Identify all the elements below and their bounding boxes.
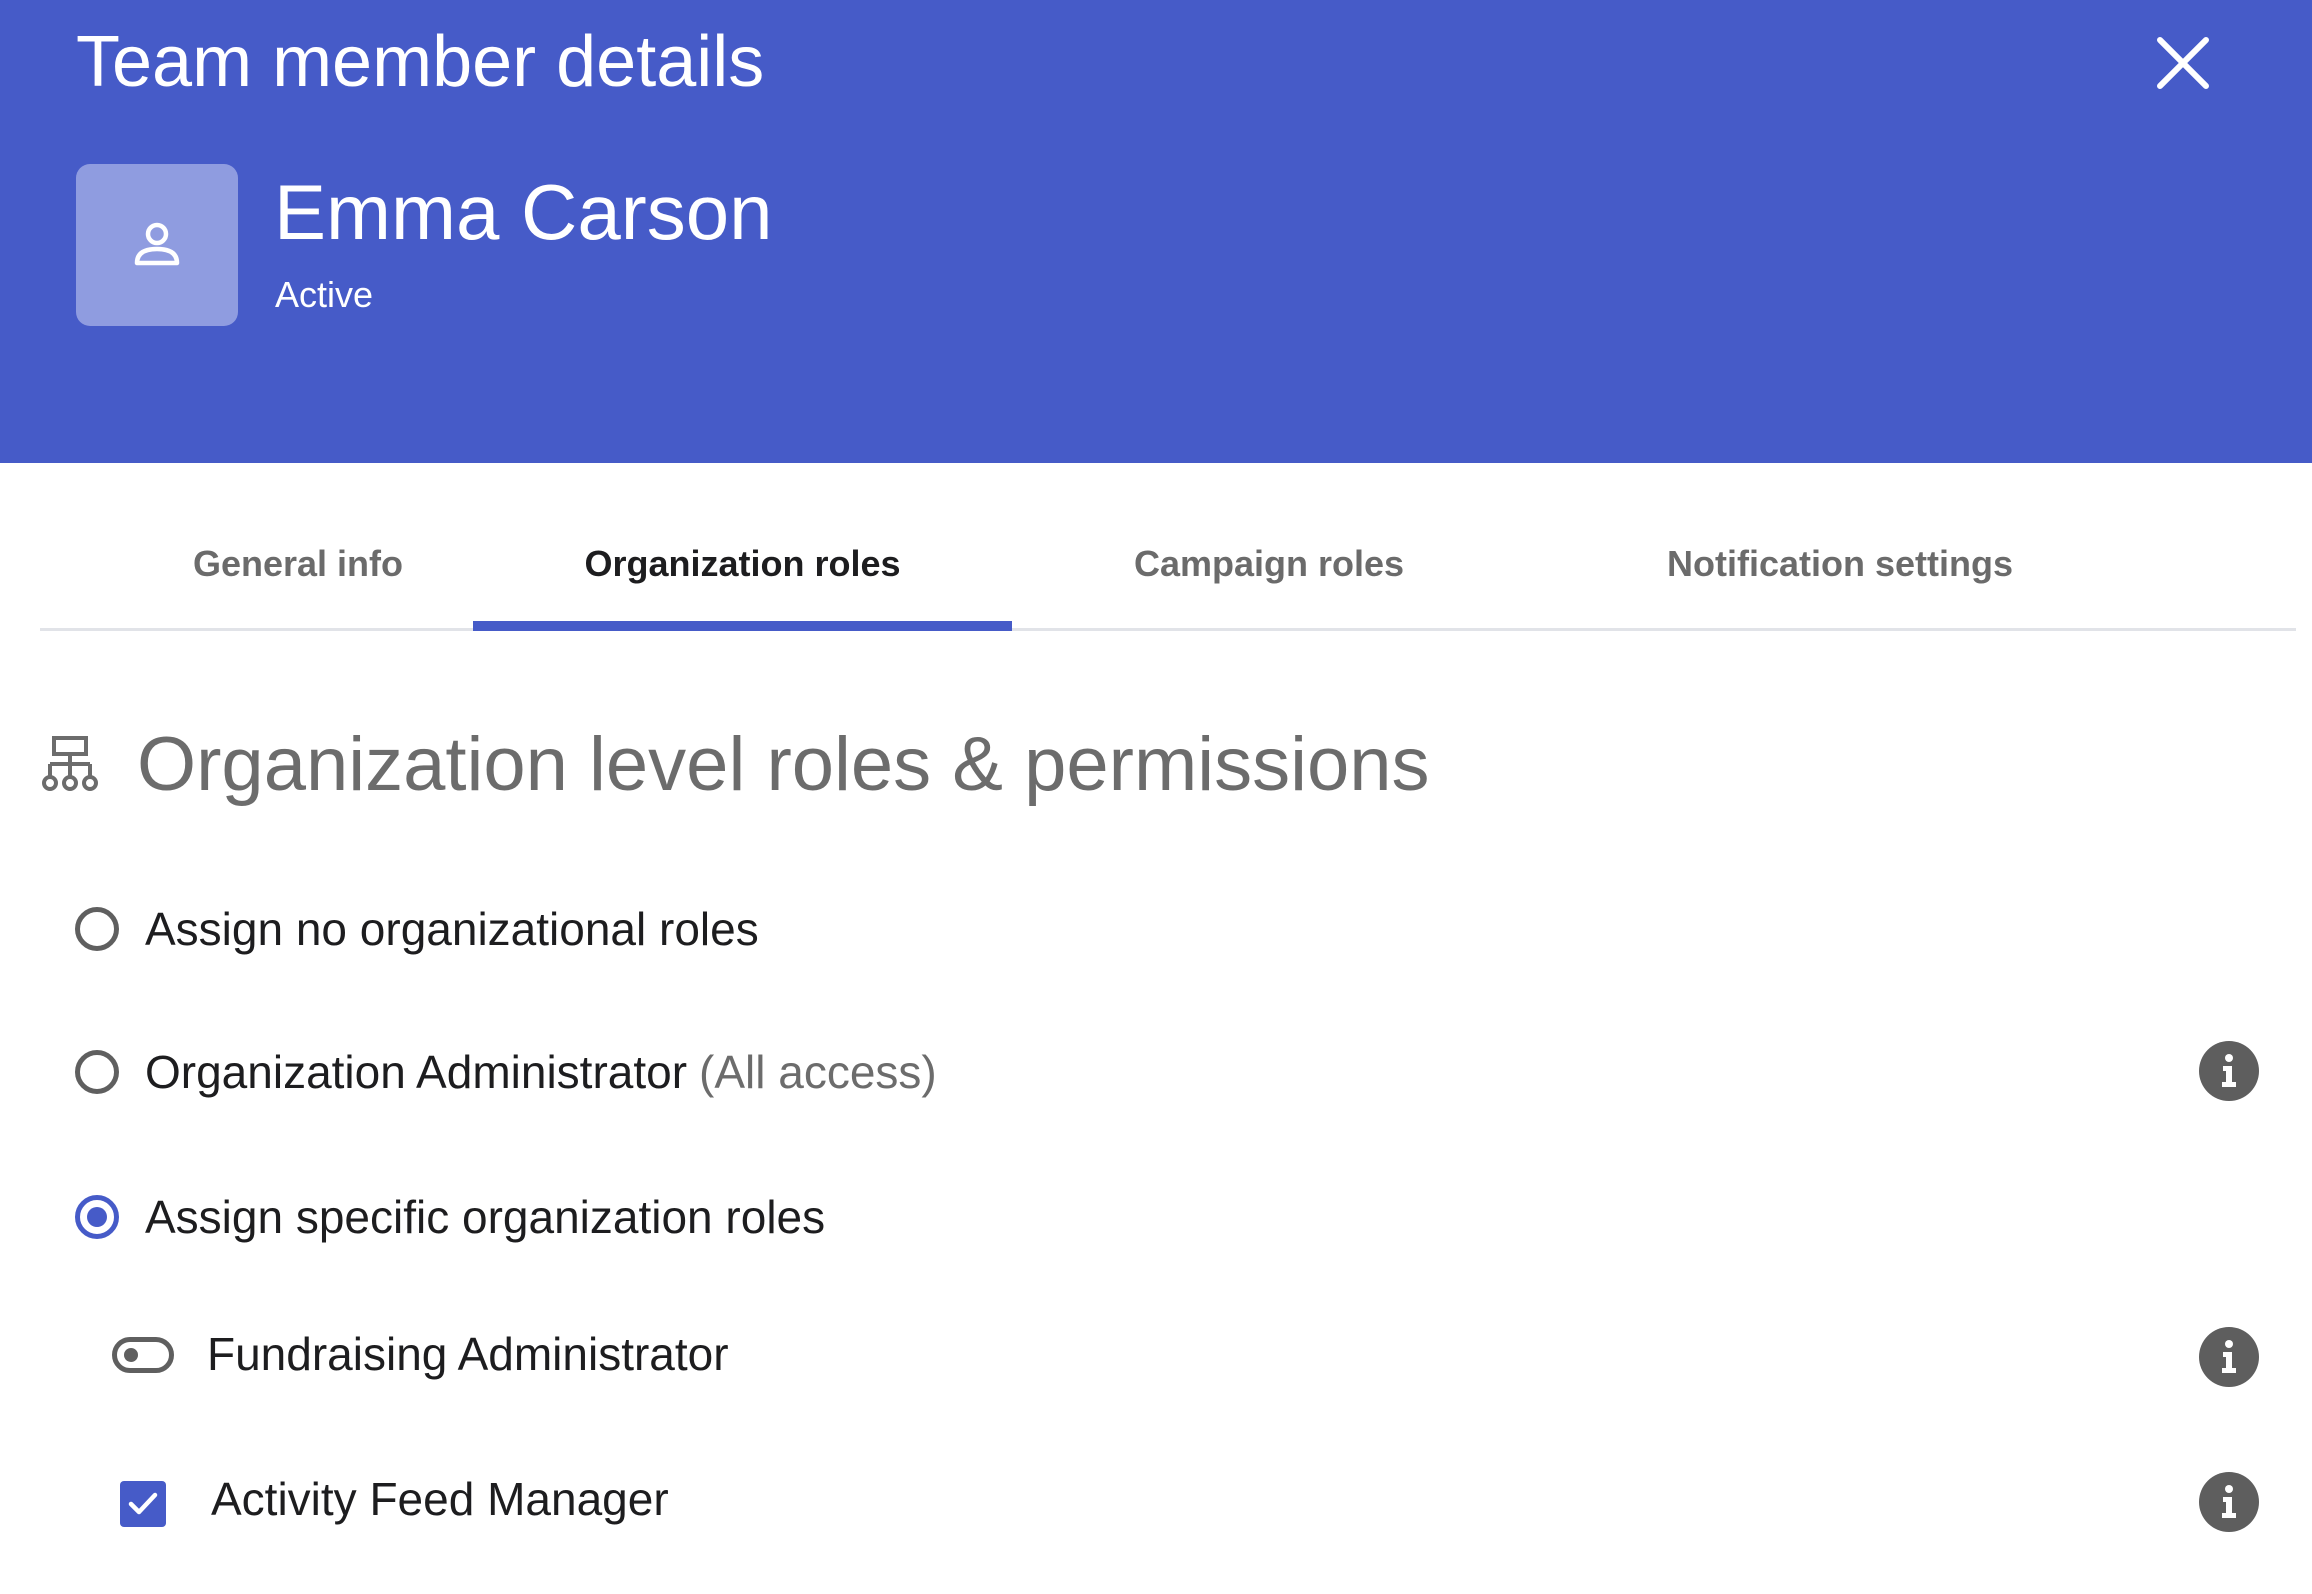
activity-feed-manager-label: Activity Feed Manager xyxy=(211,1473,669,1525)
tab-notification-settings[interactable]: Notification settings xyxy=(1540,500,2140,628)
info-glyph xyxy=(2222,1054,2236,1087)
tab-general-info[interactable]: General info xyxy=(108,500,488,628)
member-status: Active xyxy=(275,274,374,315)
tab-campaign-roles[interactable]: Campaign roles xyxy=(1040,500,1498,628)
fundraising-admin-toggle[interactable] xyxy=(112,1337,174,1373)
option-label: Organization Administrator xyxy=(145,1046,688,1098)
option-label: Assign specific organization roles xyxy=(145,1191,826,1243)
option-label: Assign no organizational roles xyxy=(145,903,759,955)
info-glyph xyxy=(2222,1340,2236,1373)
toggle-knob xyxy=(124,1348,138,1362)
member-header: Team member details Emma Carson Active xyxy=(0,0,2312,463)
user-icon xyxy=(134,222,180,266)
radio-no-roles[interactable] xyxy=(75,907,119,951)
radio-specific-roles[interactable] xyxy=(75,1195,119,1239)
info-glyph xyxy=(2222,1485,2236,1518)
info-icon[interactable] xyxy=(2199,1472,2259,1532)
section-title: Organization level roles & permissions xyxy=(137,722,1430,807)
info-icon[interactable] xyxy=(2199,1327,2259,1387)
option-no-roles[interactable]: Assign no organizational roles xyxy=(75,899,759,959)
activity-feed-manager-checkbox[interactable] xyxy=(120,1481,166,1527)
member-name: Emma Carson xyxy=(274,168,773,256)
fundraising-admin-label: Fundraising Administrator xyxy=(207,1328,729,1380)
option-org-admin[interactable]: Organization Administrator (All access) xyxy=(75,1042,937,1102)
avatar xyxy=(76,164,238,326)
option-note: (All access) xyxy=(699,1046,937,1098)
info-icon[interactable] xyxy=(2199,1041,2259,1101)
tab-bar: General info Organization roles Campaign… xyxy=(40,500,2296,631)
close-button[interactable] xyxy=(2152,32,2214,94)
panel-title: Team member details xyxy=(76,22,765,102)
close-icon xyxy=(2157,37,2209,89)
tab-organization-roles[interactable]: Organization roles xyxy=(473,500,1012,631)
option-specific-roles[interactable]: Assign specific organization roles xyxy=(75,1187,825,1247)
org-chart-icon xyxy=(42,736,98,791)
checkmark-icon xyxy=(128,1492,158,1515)
radio-org-admin[interactable] xyxy=(75,1050,119,1094)
